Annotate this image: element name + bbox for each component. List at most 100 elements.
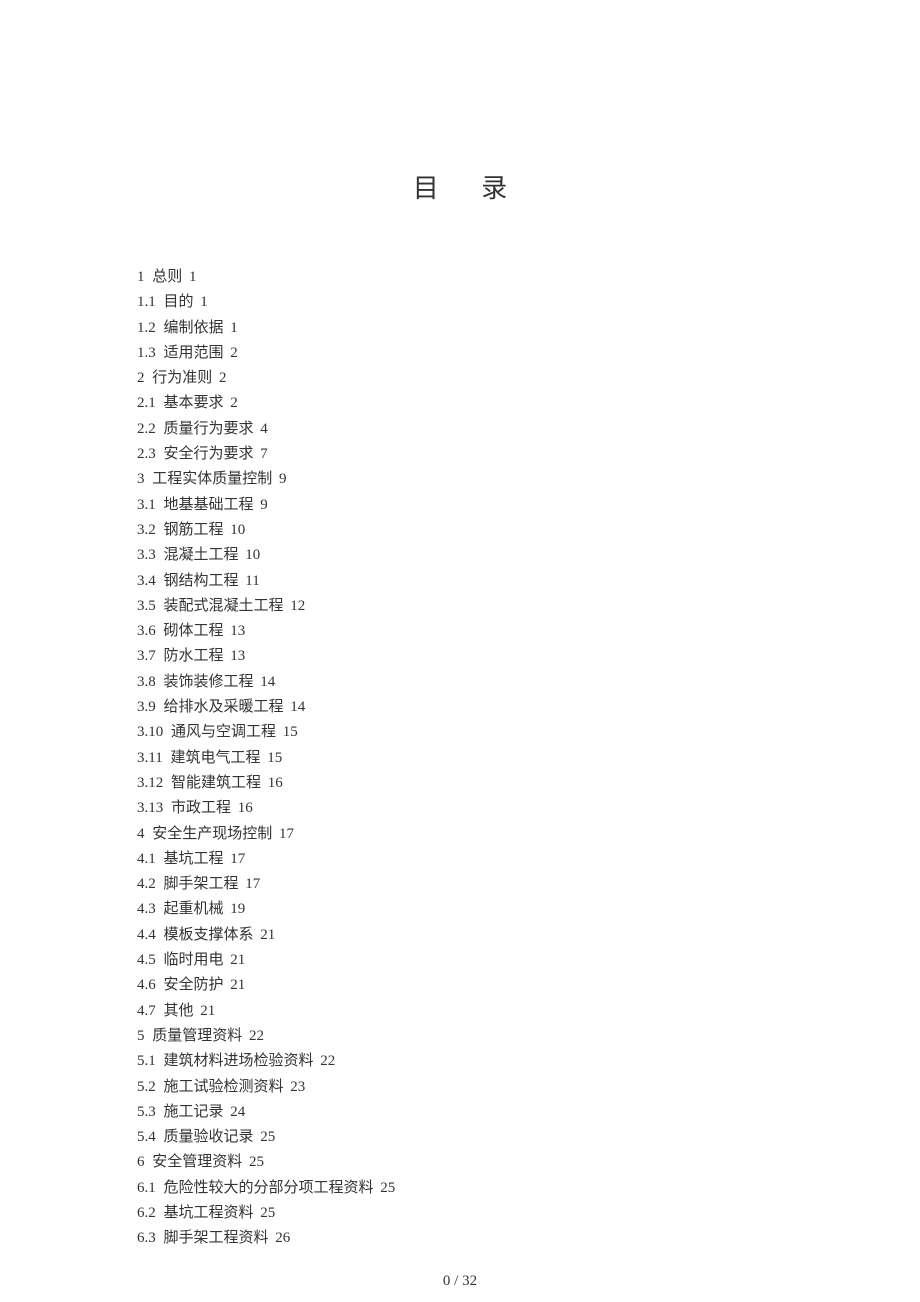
toc-entry: 4 安全生产现场控制 17 [137, 822, 820, 847]
toc-entry-page: 17 [245, 876, 260, 892]
toc-entry-label: 脚手架工程资料 [164, 1230, 269, 1246]
toc-entry-number: 1.2 [137, 320, 156, 336]
toc-entry-number: 5 [137, 1028, 145, 1044]
toc-entry-number: 3.12 [137, 775, 163, 791]
toc-entry: 1 总则 1 [137, 265, 820, 290]
toc-entry: 3.9 给排水及采暖工程 14 [137, 695, 820, 720]
toc-entry-page: 21 [260, 927, 275, 943]
toc-entry-number: 3 [137, 471, 145, 487]
toc-entry-page: 21 [200, 1003, 215, 1019]
toc-entry-label: 给排水及采暖工程 [164, 699, 284, 715]
toc-entry: 3.10 通风与空调工程 15 [137, 720, 820, 745]
toc-entry-label: 建筑材料进场检验资料 [164, 1053, 314, 1069]
page-footer: 0 / 32 [0, 1273, 920, 1290]
toc-entry-label: 防水工程 [164, 648, 224, 664]
toc-entry: 4.7 其他 21 [137, 999, 820, 1024]
toc-entry-page: 25 [260, 1205, 275, 1221]
toc-entry: 2.1 基本要求 2 [137, 391, 820, 416]
toc-entry-page: 23 [290, 1079, 305, 1095]
toc-entry: 3 工程实体质量控制 9 [137, 467, 820, 492]
toc-entry: 1.3 适用范围 2 [137, 341, 820, 366]
toc-entry-number: 3.8 [137, 674, 156, 690]
toc-entry-page: 13 [230, 648, 245, 664]
toc-entry-label: 其他 [164, 1003, 194, 1019]
toc-entry-page: 17 [279, 826, 294, 842]
toc-entry-number: 1 [137, 269, 145, 285]
toc-entry-label: 临时用电 [164, 952, 224, 968]
toc-entry-page: 4 [260, 421, 268, 437]
toc-entry-number: 6.3 [137, 1230, 156, 1246]
toc-entry-number: 3.1 [137, 497, 156, 513]
toc-entry-page: 9 [279, 471, 287, 487]
toc-entry: 5.3 施工记录 24 [137, 1100, 820, 1125]
toc-entry-number: 5.3 [137, 1104, 156, 1120]
toc-entry-page: 9 [260, 497, 268, 513]
toc-entry: 3.7 防水工程 13 [137, 644, 820, 669]
toc-entry-label: 施工记录 [164, 1104, 224, 1120]
toc-entry: 5.2 施工试验检测资料 23 [137, 1075, 820, 1100]
toc-entry-label: 编制依据 [164, 320, 224, 336]
page-title: 目 录 [0, 0, 920, 265]
toc-entry-page: 25 [249, 1154, 264, 1170]
toc-entry-page: 14 [260, 674, 275, 690]
toc-entry-number: 3.13 [137, 800, 163, 816]
toc-entry-page: 14 [290, 699, 305, 715]
toc-entry: 4.4 模板支撑体系 21 [137, 923, 820, 948]
toc-entry-page: 1 [189, 269, 197, 285]
toc-entry-label: 总则 [152, 269, 182, 285]
toc-entry: 5.1 建筑材料进场检验资料 22 [137, 1049, 820, 1074]
toc-entry-label: 工程实体质量控制 [152, 471, 272, 487]
toc-entry-label: 建筑电气工程 [170, 750, 260, 766]
toc-entry-label: 地基基础工程 [164, 497, 254, 513]
toc-entry: 1.1 目的 1 [137, 290, 820, 315]
toc-entry-label: 安全防护 [164, 977, 224, 993]
toc-entry-number: 2.3 [137, 446, 156, 462]
toc-entry-number: 5.1 [137, 1053, 156, 1069]
toc-entry-page: 1 [230, 320, 238, 336]
toc-entry-number: 4.5 [137, 952, 156, 968]
toc-entry-page: 26 [275, 1230, 290, 1246]
toc-entry: 6.2 基坑工程资料 25 [137, 1201, 820, 1226]
toc-entry-label: 质量管理资料 [152, 1028, 242, 1044]
toc-entry-number: 3.6 [137, 623, 156, 639]
toc-entry-number: 3.5 [137, 598, 156, 614]
toc-entry-label: 安全管理资料 [152, 1154, 242, 1170]
toc-entry-page: 2 [230, 345, 238, 361]
toc-entry: 1.2 编制依据 1 [137, 316, 820, 341]
toc-entry-page: 17 [230, 851, 245, 867]
toc-entry: 6.1 危险性较大的分部分项工程资料 25 [137, 1176, 820, 1201]
toc-entry: 3.13 市政工程 16 [137, 796, 820, 821]
toc-entry-label: 砌体工程 [164, 623, 224, 639]
toc-entry-number: 3.2 [137, 522, 156, 538]
toc-entry-label: 基坑工程资料 [164, 1205, 254, 1221]
toc-entry-number: 3.10 [137, 724, 163, 740]
toc-entry: 4.1 基坑工程 17 [137, 847, 820, 872]
toc-entry-number: 6.1 [137, 1180, 156, 1196]
toc-entry-number: 5.4 [137, 1129, 156, 1145]
toc-entry-page: 7 [260, 446, 268, 462]
toc-entry-page: 15 [267, 750, 282, 766]
toc-entry: 3.11 建筑电气工程 15 [137, 746, 820, 771]
toc-entry-label: 危险性较大的分部分项工程资料 [164, 1180, 374, 1196]
toc-entry-number: 2.1 [137, 395, 156, 411]
toc-entry-page: 15 [283, 724, 298, 740]
toc-entry-label: 安全生产现场控制 [152, 826, 272, 842]
toc-entry-label: 脚手架工程 [164, 876, 239, 892]
toc-entry-page: 19 [230, 901, 245, 917]
toc-entry: 3.12 智能建筑工程 16 [137, 771, 820, 796]
toc-entry-number: 3.7 [137, 648, 156, 664]
toc-entry-label: 起重机械 [164, 901, 224, 917]
toc-entry-label: 通风与空调工程 [171, 724, 276, 740]
toc-entry-number: 1.1 [137, 294, 156, 310]
toc-entry-page: 24 [230, 1104, 245, 1120]
toc-entry: 4.6 安全防护 21 [137, 973, 820, 998]
toc-entry-page: 10 [245, 547, 260, 563]
toc-entry-page: 12 [290, 598, 305, 614]
toc-entry-label: 混凝土工程 [164, 547, 239, 563]
toc-entry-number: 6 [137, 1154, 145, 1170]
toc-entry-number: 2 [137, 370, 145, 386]
toc-entry-number: 4 [137, 826, 145, 842]
toc-entry-label: 质量验收记录 [164, 1129, 254, 1145]
toc-entry: 3.6 砌体工程 13 [137, 619, 820, 644]
toc-entry: 5 质量管理资料 22 [137, 1024, 820, 1049]
